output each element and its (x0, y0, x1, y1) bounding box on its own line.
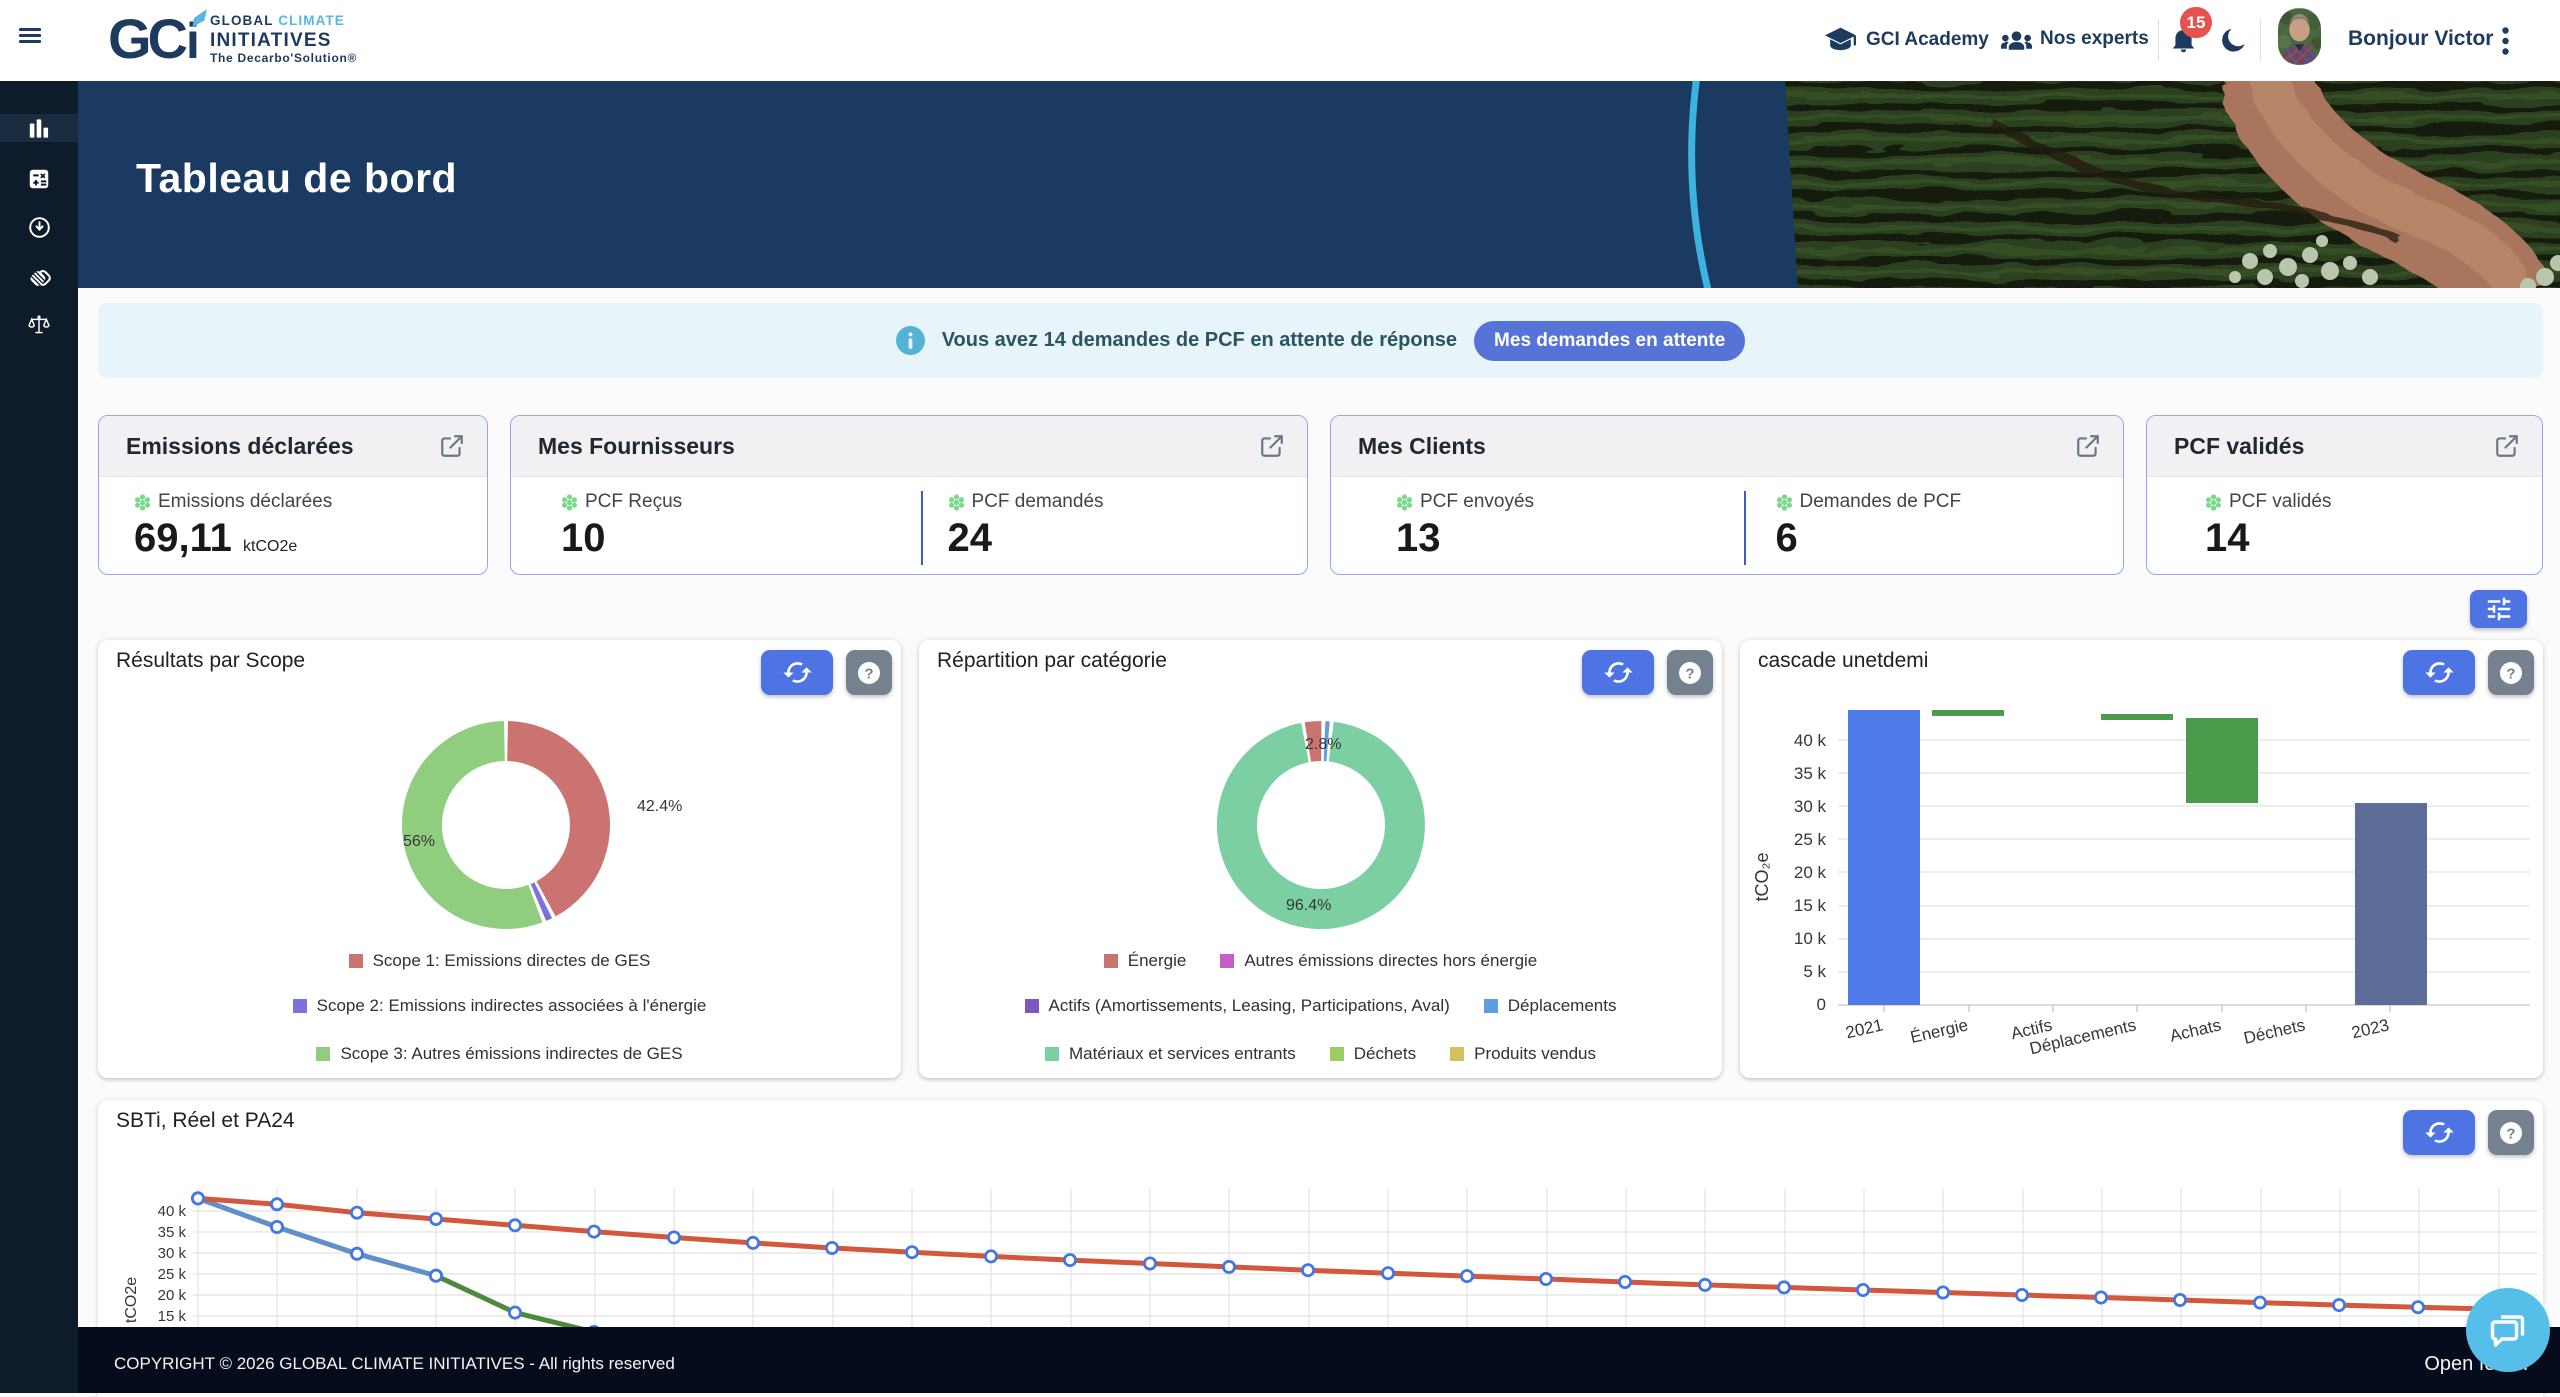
svg-text:2021: 2021 (1844, 1015, 1885, 1042)
svg-text:?: ? (864, 665, 873, 682)
svg-text:25 k: 25 k (158, 1266, 187, 1283)
svg-text:Déchets: Déchets (2242, 1015, 2307, 1048)
svg-text:Énergie: Énergie (1909, 1015, 1970, 1047)
svg-text:15 k: 15 k (1794, 896, 1827, 915)
svg-text:0: 0 (1817, 995, 1826, 1014)
svg-text:5 k: 5 k (1803, 962, 1826, 981)
svg-text:GLOBAL CLIMATE: GLOBAL CLIMATE (210, 13, 345, 28)
svg-text:40 k: 40 k (1794, 731, 1827, 750)
svg-text:35 k: 35 k (158, 1224, 187, 1241)
svg-text:?: ? (1685, 665, 1694, 682)
svg-text:35 k: 35 k (1794, 764, 1827, 783)
svg-text:GC: GC (110, 7, 187, 68)
svg-text:2023: 2023 (2350, 1015, 2391, 1042)
svg-text:10 k: 10 k (1794, 929, 1827, 948)
svg-text:20 k: 20 k (1794, 863, 1827, 882)
svg-text:15 k: 15 k (158, 1308, 187, 1325)
svg-text:tCO2e: tCO2e (123, 1277, 140, 1323)
svg-text:INITIATIVES: INITIATIVES (210, 30, 332, 51)
svg-text:40 k: 40 k (158, 1203, 187, 1220)
svg-text:30 k: 30 k (158, 1245, 187, 1262)
svg-text:25 k: 25 k (1794, 830, 1827, 849)
svg-text:Achats: Achats (2168, 1015, 2223, 1045)
svg-text:tCO₂e: tCO₂e (1752, 853, 1772, 902)
svg-text:20 k: 20 k (158, 1287, 187, 1304)
svg-text:The Decarbo'Solution®: The Decarbo'Solution® (210, 51, 357, 65)
svg-text:30 k: 30 k (1794, 797, 1827, 816)
